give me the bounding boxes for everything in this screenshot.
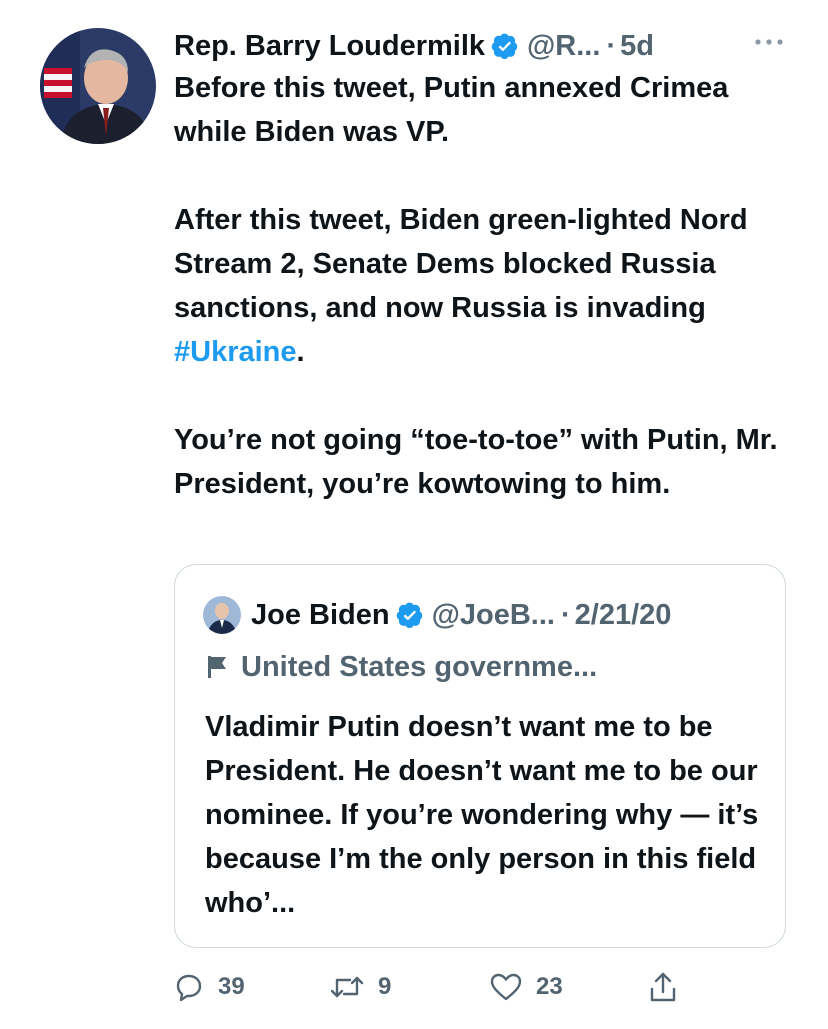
retweet-count: 9 bbox=[378, 973, 392, 1000]
account-label-text: United States governme... bbox=[241, 650, 598, 683]
quoted-author-handle: @JoeB... bbox=[431, 598, 555, 631]
heart-icon bbox=[490, 973, 522, 1001]
more-horizontal-icon[interactable] bbox=[754, 36, 784, 48]
tweet-actions: 39 9 23 bbox=[174, 966, 794, 1008]
verified-badge-icon bbox=[491, 33, 518, 60]
header-separator: · bbox=[606, 30, 617, 62]
reply-count: 39 bbox=[218, 973, 245, 1000]
retweet-icon bbox=[330, 976, 364, 998]
reply-button[interactable]: 39 bbox=[174, 966, 245, 1008]
quoted-tweet-text: Vladimir Putin doesn’t want me to be Pre… bbox=[205, 711, 759, 919]
tweet-card[interactable]: Rep. Barry Loudermilk @R... · 5d Before … bbox=[0, 0, 828, 1029]
quoted-header-separator: · bbox=[560, 598, 571, 631]
hashtag-link[interactable]: #Ukraine bbox=[174, 336, 297, 368]
account-label: United States governme... bbox=[205, 647, 597, 687]
share-button[interactable] bbox=[648, 966, 692, 1008]
tweet-timestamp[interactable]: 5d bbox=[620, 28, 654, 64]
tweet-paragraph-1: Before this tweet, Putin annexed Crimea … bbox=[174, 72, 729, 148]
tweet-paragraph-3: You’re not going “toe-to-toe” with Putin… bbox=[174, 424, 778, 500]
tweet-paragraph-2-tail: invading bbox=[586, 292, 706, 324]
quoted-author-avatar bbox=[203, 596, 241, 634]
like-count: 23 bbox=[536, 973, 563, 1000]
share-icon bbox=[650, 972, 676, 1002]
verified-badge-icon bbox=[396, 602, 422, 629]
quoted-author-name: Joe Biden bbox=[251, 598, 390, 631]
like-button[interactable]: 23 bbox=[490, 966, 563, 1008]
author-name[interactable]: Rep. Barry Loudermilk bbox=[174, 28, 485, 64]
author-handle[interactable]: @R... bbox=[527, 28, 600, 64]
tweet-paragraph-2-period: . bbox=[296, 336, 305, 368]
author-avatar[interactable] bbox=[40, 28, 156, 144]
reply-icon bbox=[176, 974, 202, 1002]
quoted-tweet-header: Joe Biden @JoeB... · 2/21/20 bbox=[203, 593, 671, 637]
retweet-button[interactable]: 9 bbox=[330, 966, 391, 1008]
flag-icon bbox=[208, 656, 226, 678]
quoted-tweet-date: 2/21/20 bbox=[574, 598, 672, 631]
tweet-paragraph-2: After this tweet, Biden green-lighted No… bbox=[174, 198, 794, 374]
quoted-tweet[interactable]: Joe Biden @JoeB... · 2/21/20 United Stat… bbox=[174, 564, 786, 948]
tweet-body: Before this tweet, Putin annexed Crimea … bbox=[174, 66, 794, 506]
tweet-header: Rep. Barry Loudermilk @R... · 5d bbox=[174, 26, 814, 66]
